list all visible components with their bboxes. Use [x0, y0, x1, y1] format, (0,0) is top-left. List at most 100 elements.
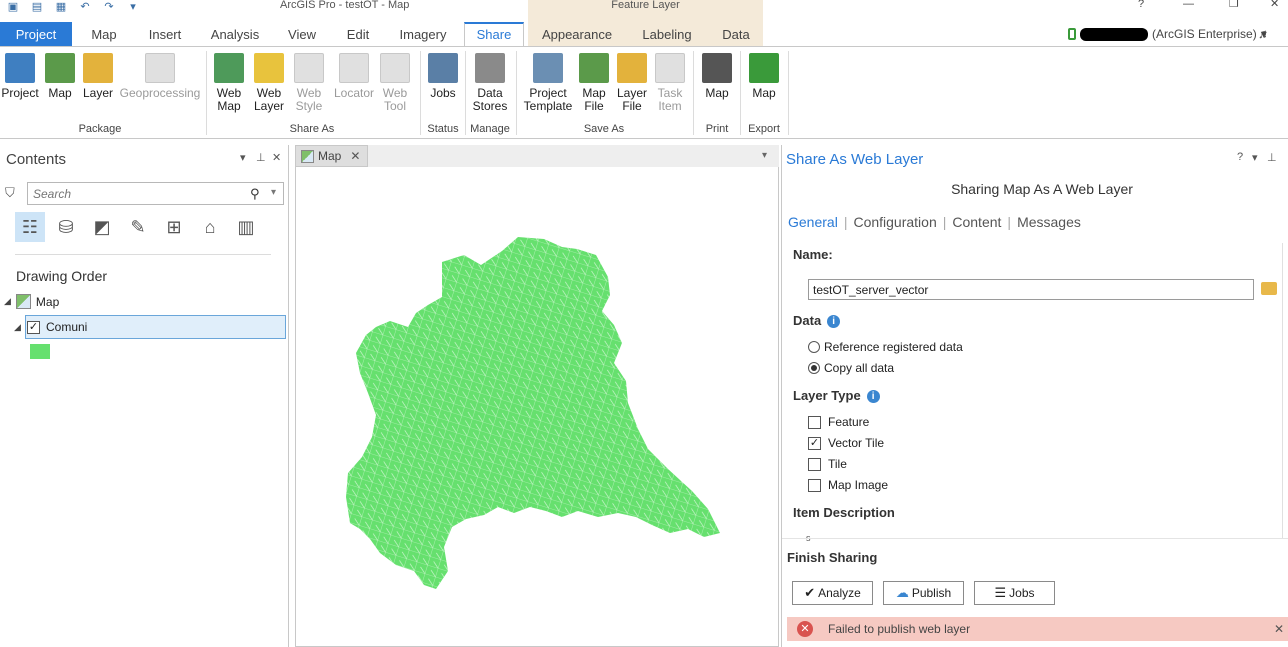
map-view-tab[interactable]: Map ✕ — [295, 145, 368, 167]
group-label-save-as: Save As — [583, 123, 625, 135]
publish-button[interactable]: ☁ Publish — [883, 581, 964, 605]
radio-copy-all-data[interactable]: Copy all data — [808, 361, 894, 375]
checkbox-map-image[interactable]: Map Image — [808, 478, 888, 492]
maximize-button[interactable]: ❐ — [1229, 0, 1239, 10]
package-map-button[interactable]: Map — [44, 53, 76, 100]
share-locator-button[interactable]: Locator — [331, 53, 377, 100]
filter-icon[interactable]: ⛉ — [5, 186, 19, 200]
layer-symbol-swatch[interactable] — [30, 344, 50, 359]
tab-labeling[interactable]: Labeling — [634, 22, 700, 46]
package-project-button[interactable]: Project — [0, 53, 40, 100]
data-stores-button[interactable]: Data Stores — [468, 53, 512, 113]
account-area[interactable]: (ArcGIS Enterprise) ▾ — [1068, 22, 1267, 46]
tab-appearance[interactable]: Appearance — [532, 22, 622, 46]
search-dropdown-icon[interactable]: ▾ — [271, 187, 276, 198]
list-by-drawing-order-icon[interactable]: ☷ — [15, 212, 45, 242]
notification-bell-icon[interactable]: ♫ — [1258, 27, 1270, 41]
tab-imagery[interactable]: Imagery — [392, 22, 454, 46]
expand-triangle-icon[interactable]: ◢ — [4, 296, 11, 307]
jobs-list-icon: ☰ — [994, 585, 1007, 600]
project-template-button[interactable]: Project Template — [520, 53, 576, 113]
share-web-style-button[interactable]: Web Style — [291, 53, 327, 113]
tab-analysis[interactable]: Analysis — [204, 22, 266, 46]
radio-button-selected[interactable] — [808, 362, 820, 374]
share-pane-tabs: General | Configuration | Content | Mess… — [788, 214, 1087, 230]
help-button[interactable]: ? — [1138, 0, 1144, 10]
save-project-icon[interactable]: ▦ — [54, 1, 68, 13]
list-by-selection-icon[interactable]: ◩ — [87, 212, 117, 242]
share-pin-icon[interactable]: ⊥ — [1267, 151, 1277, 164]
tab-map[interactable]: Map — [82, 22, 126, 46]
list-by-snapping-icon[interactable]: ⊞ — [159, 212, 189, 242]
close-window-button[interactable]: ✕ — [1270, 0, 1279, 10]
layer-expand-triangle-icon[interactable]: ◢ — [14, 322, 21, 333]
layer-visibility-checkbox[interactable]: ✓ — [27, 320, 40, 334]
list-by-charts-icon[interactable]: ▥ — [231, 212, 261, 242]
share-web-layer-button[interactable]: Web Layer — [249, 53, 289, 113]
layer-name-input[interactable] — [808, 279, 1254, 300]
checkbox-checked[interactable]: ✓ — [808, 436, 821, 450]
radio-button[interactable] — [808, 341, 820, 353]
export-arrow-icon — [749, 53, 779, 83]
open-project-icon[interactable]: ▤ — [30, 1, 44, 13]
contents-pin-icon[interactable]: ⊥ — [256, 151, 266, 164]
export-map-button[interactable]: Map — [745, 53, 783, 100]
task-item-button[interactable]: Task Item — [652, 53, 688, 113]
cloud-icon: ☁ — [895, 585, 909, 600]
tab-share[interactable]: Share — [464, 22, 524, 46]
share-options-icon[interactable]: ▾ — [1252, 151, 1258, 164]
print-map-button[interactable]: Map — [698, 53, 736, 100]
tab-data[interactable]: Data — [712, 22, 760, 46]
contents-close-icon[interactable]: ✕ — [272, 151, 281, 164]
customize-qat-icon[interactable]: ▾ — [126, 1, 140, 13]
tab-project[interactable]: Project — [0, 22, 72, 46]
browse-folder-icon[interactable] — [1261, 282, 1277, 295]
contents-search-box[interactable]: ⚲ ▾ — [27, 182, 284, 205]
checkbox-vector-tile[interactable]: ✓ Vector Tile — [808, 436, 884, 450]
checkbox[interactable] — [808, 415, 821, 429]
map-tabs-dropdown-icon[interactable]: ▾ — [762, 150, 767, 161]
undo-icon[interactable]: ↶ — [78, 1, 92, 13]
tab-messages[interactable]: Messages — [1011, 214, 1087, 230]
tab-insert[interactable]: Insert — [140, 22, 190, 46]
layer-file-button[interactable]: Layer File — [614, 53, 650, 113]
new-project-icon[interactable]: ▣ — [6, 1, 20, 13]
tab-general[interactable]: General — [788, 214, 844, 230]
tab-content[interactable]: Content — [946, 214, 1007, 230]
dismiss-error-icon[interactable]: ✕ — [1274, 622, 1284, 636]
web-layer-icon — [254, 53, 284, 83]
tree-node-map[interactable]: ◢ Map — [4, 294, 59, 309]
map-canvas[interactable] — [295, 167, 779, 647]
data-info-icon[interactable]: i — [827, 315, 841, 328]
checkbox[interactable] — [808, 457, 821, 471]
search-icon[interactable]: ⚲ — [250, 186, 260, 202]
map-file-button[interactable]: Map File — [578, 53, 610, 113]
share-help-icon[interactable]: ? — [1237, 151, 1243, 163]
analyze-button[interactable]: ✔ Analyze — [792, 581, 873, 605]
tree-node-layer-comuni[interactable]: ✓ Comuni — [25, 315, 286, 339]
list-by-editing-icon[interactable]: ✎ — [123, 212, 153, 242]
checkbox[interactable] — [808, 478, 821, 492]
package-map-icon — [45, 53, 75, 83]
jobs-button[interactable]: Jobs — [424, 53, 462, 100]
redo-icon[interactable]: ↷ — [102, 1, 116, 13]
tab-edit[interactable]: Edit — [338, 22, 378, 46]
share-web-tool-button[interactable]: Web Tool — [377, 53, 413, 113]
checkbox-feature[interactable]: Feature — [808, 415, 869, 429]
package-geoprocessing-button[interactable]: Geoprocessing — [119, 53, 201, 100]
contents-search-input[interactable] — [28, 183, 243, 204]
minimize-button[interactable]: — — [1183, 0, 1194, 10]
tab-configuration[interactable]: Configuration — [847, 214, 942, 230]
radio-reference-registered-data[interactable]: Reference registered data — [808, 340, 963, 354]
tab-view[interactable]: View — [280, 22, 324, 46]
package-layer-button[interactable]: Layer — [81, 53, 115, 100]
layer-type-info-icon[interactable]: i — [866, 390, 880, 403]
list-by-labeling-icon[interactable]: ⌂ — [195, 212, 225, 242]
jobs-status-button[interactable]: ☰ Jobs — [974, 581, 1055, 605]
share-web-map-button[interactable]: Web Map — [211, 53, 247, 113]
contents-options-icon[interactable]: ▾ — [240, 151, 246, 164]
map-tab-close-icon[interactable]: ✕ — [350, 149, 360, 163]
general-scrollbar[interactable] — [1282, 243, 1288, 538]
checkbox-tile[interactable]: Tile — [808, 457, 847, 471]
list-by-data-source-icon[interactable]: ⛁ — [51, 212, 81, 242]
